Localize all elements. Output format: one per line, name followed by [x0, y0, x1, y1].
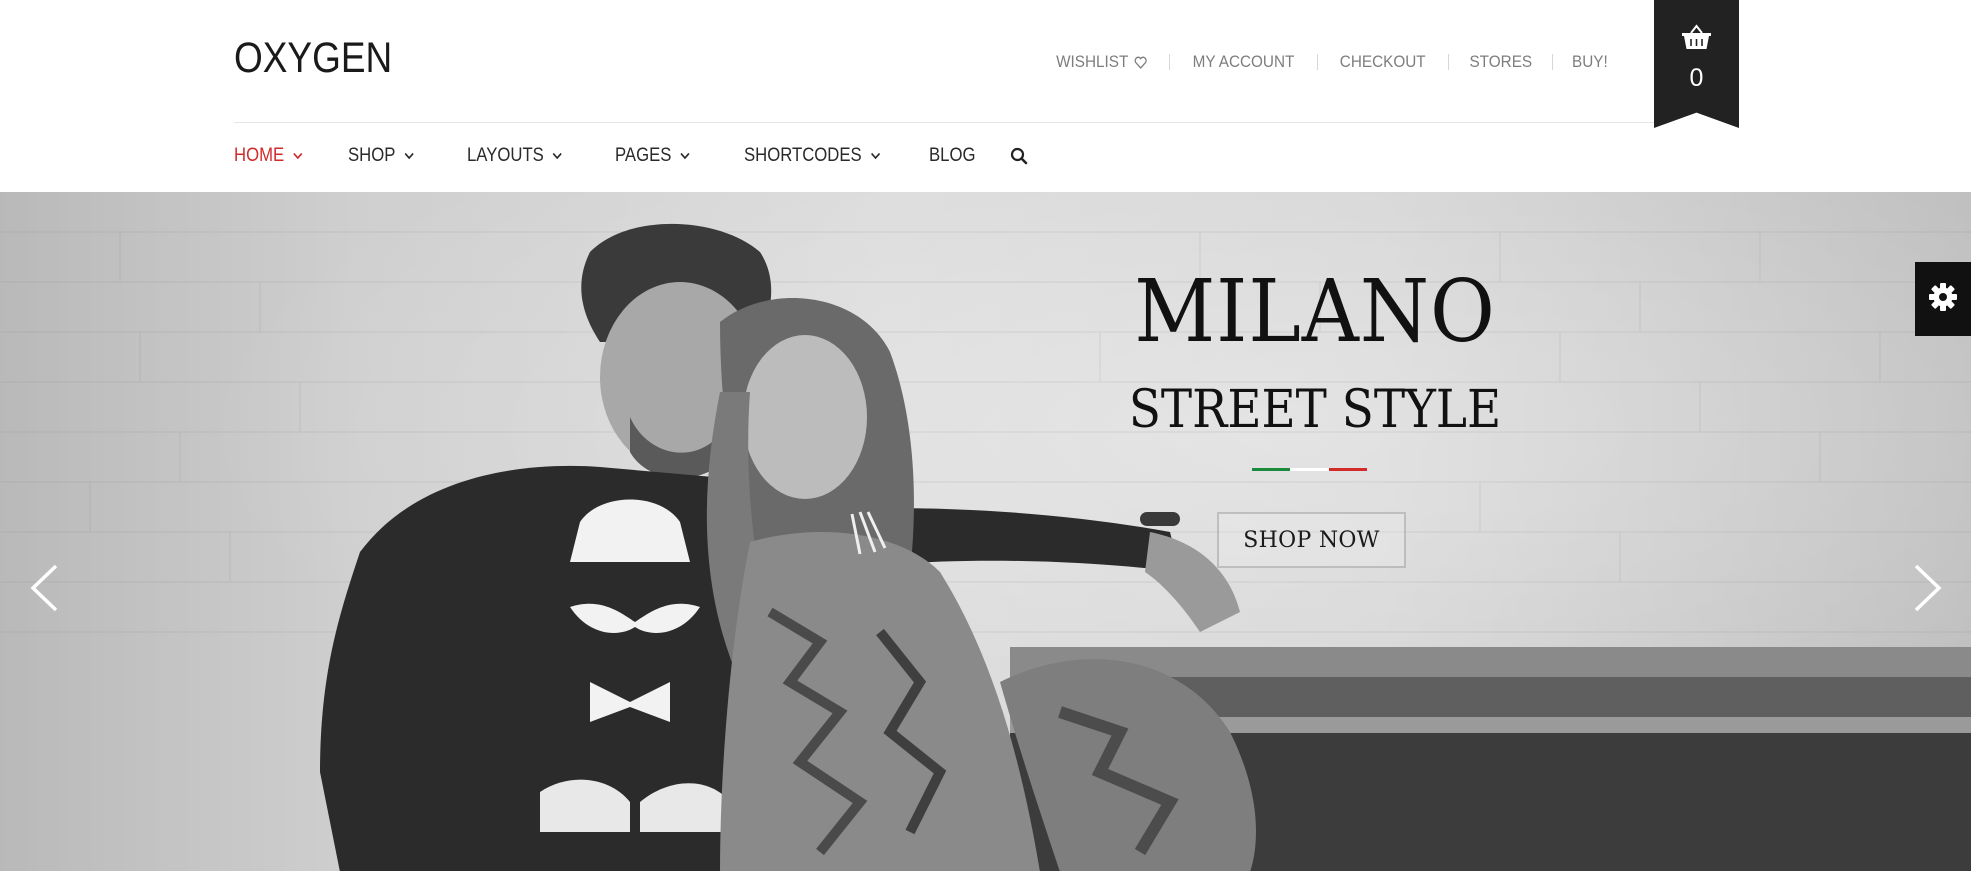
- buy-link[interactable]: BUY!: [1557, 52, 1623, 72]
- nav-label: BLOG: [928, 145, 976, 166]
- site-header: OXYGEN WISHLIST MY ACCOUNT CHECKOUT STOR…: [0, 0, 1971, 192]
- divider: [1447, 54, 1449, 70]
- hero-slider: MILANO STREET STYLE SHOP NOW: [0, 192, 1971, 871]
- chevron-down-icon: [871, 152, 881, 160]
- flag-green-stripe: [1252, 468, 1291, 471]
- flag-white-stripe: [1290, 468, 1329, 471]
- basket-icon: [1681, 24, 1712, 55]
- divider: [1169, 54, 1171, 70]
- chevron-right-icon: [1913, 564, 1943, 617]
- heart-icon: [1134, 56, 1148, 69]
- stores-link[interactable]: STORES: [1454, 52, 1547, 72]
- nav-item-pages[interactable]: PAGES: [615, 145, 690, 167]
- nav-item-shortcodes[interactable]: SHORTCODES: [744, 145, 881, 167]
- nav-label: SHOP: [348, 145, 396, 166]
- chevron-down-icon: [293, 152, 303, 160]
- chevron-down-icon: [552, 152, 562, 160]
- nav-label: SHORTCODES: [744, 145, 862, 166]
- nav-label: LAYOUTS: [466, 145, 544, 166]
- nav-label: HOME: [234, 145, 285, 166]
- nav-label: PAGES: [615, 145, 672, 166]
- my-account-link[interactable]: MY ACCOUNT: [1178, 52, 1310, 72]
- divider: [1552, 54, 1554, 70]
- cart-count: 0: [1689, 64, 1704, 92]
- nav-item-shop[interactable]: SHOP: [348, 145, 414, 167]
- wishlist-label: WISHLIST: [1056, 52, 1129, 71]
- cart-button[interactable]: 0: [1654, 0, 1739, 128]
- nav-item-home[interactable]: HOME: [234, 145, 303, 167]
- shop-now-button[interactable]: SHOP NOW: [1217, 512, 1406, 568]
- flag-red-stripe: [1328, 468, 1367, 471]
- slider-prev-button[interactable]: [24, 562, 64, 618]
- hero-headline: MILANO: [1134, 262, 1496, 362]
- chevron-down-icon: [680, 152, 690, 160]
- site-logo[interactable]: OXYGEN: [234, 34, 392, 83]
- settings-panel-toggle[interactable]: [1915, 262, 1971, 336]
- chevron-left-icon: [29, 564, 59, 617]
- italian-flag-divider: [1252, 468, 1367, 471]
- divider: [1317, 54, 1319, 70]
- checkout-link[interactable]: CHECKOUT: [1325, 52, 1441, 72]
- top-links: WISHLIST MY ACCOUNT CHECKOUT STORES BUY!: [1034, 50, 1627, 74]
- wishlist-link[interactable]: WISHLIST: [1041, 52, 1163, 72]
- hero-subheadline: STREET STYLE: [1128, 380, 1502, 440]
- search-icon[interactable]: [1010, 147, 1028, 165]
- nav-item-layouts[interactable]: LAYOUTS: [467, 145, 562, 167]
- gear-icon: [1928, 282, 1958, 317]
- main-nav: HOME SHOP LAYOUTS PAGES SHORTCODES BLOG: [234, 143, 1028, 169]
- chevron-down-icon: [404, 152, 414, 160]
- nav-item-blog[interactable]: BLOG: [929, 145, 975, 167]
- slider-next-button[interactable]: [1908, 562, 1948, 618]
- header-divider: [234, 122, 1654, 123]
